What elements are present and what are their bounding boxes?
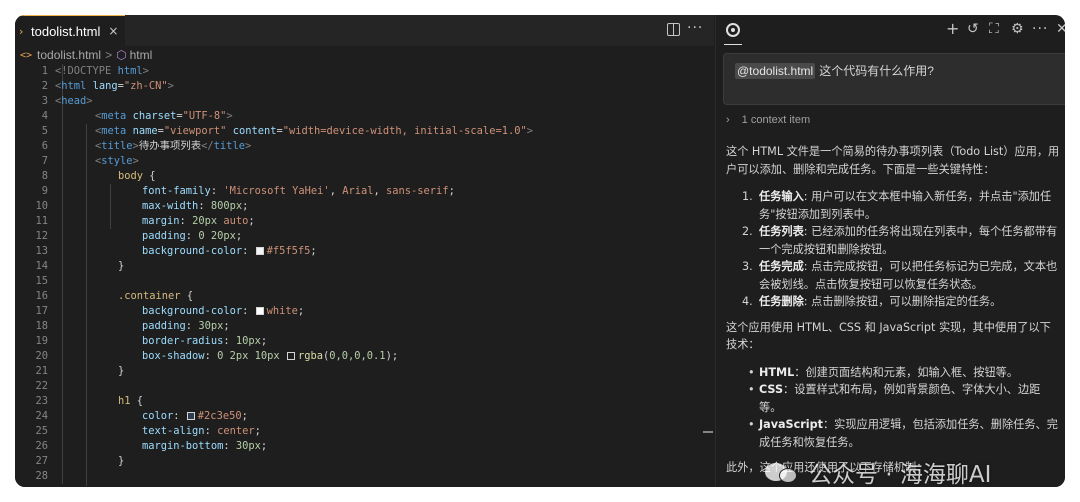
wechat-logo-icon bbox=[765, 459, 799, 485]
code-line: 20 box-shadow: 0 2px 10px rgba(0,0,0,0.1)… bbox=[35, 350, 399, 362]
close-icon[interactable]: × bbox=[108, 24, 118, 38]
code-line: 22 bbox=[35, 380, 48, 392]
assistant-logo-icon[interactable] bbox=[726, 23, 740, 37]
active-tab-indicator bbox=[724, 44, 742, 45]
code-editor: › todolist.html × ··· <> todolist.html >… bbox=[15, 15, 714, 487]
watermark: 公众号 · 海海聊AI bbox=[765, 455, 991, 487]
chevron-right-icon: › bbox=[19, 24, 24, 38]
user-prompt[interactable]: @todolist.html 这个代码有什么作用? bbox=[723, 53, 1065, 105]
element-cube-icon: ⬡ bbox=[116, 48, 127, 62]
chat-panel: + ↺ ⛶ ⚙ ··· ✕ @todolist.html 这个代码有什么作用? ›… bbox=[715, 15, 1065, 487]
more-actions-icon[interactable]: ··· bbox=[687, 20, 703, 36]
more-icon[interactable]: ··· bbox=[1032, 21, 1048, 37]
expand-icon[interactable]: ⛶ bbox=[989, 21, 999, 37]
watermark-text: 公众号 · 海海聊AI bbox=[809, 462, 992, 487]
chat-toolbar: + ↺ ⛶ ⚙ ··· ✕ bbox=[716, 15, 1065, 46]
gear-icon[interactable]: ⚙ bbox=[1011, 21, 1024, 37]
feature-list: 1. 任务输入: 用户可以在文本框中输入新任务，并点击"添加任 务"按钮添加到列表中… bbox=[726, 188, 1061, 311]
breadcrumb-separator: > bbox=[105, 48, 113, 62]
code-line: 14} bbox=[35, 260, 125, 272]
code-area[interactable]: 1 <!DOCTYPE html> 2 <html lang="zh-CN"> 3 <… bbox=[15, 64, 714, 487]
code-line: 28 bbox=[35, 470, 48, 482]
code-line: 8 body { bbox=[41, 170, 156, 182]
code-line: 25 text-align: center; bbox=[35, 425, 261, 437]
file-mention[interactable]: @todolist.html bbox=[735, 63, 816, 79]
list-item: 1. 任务输入: 用户可以在文本框中输入新任务，并点击"添加任 务"按钮添加到列表中… bbox=[742, 190, 1052, 221]
code-line: 6 <title>待办事项列表</title> bbox=[41, 140, 252, 152]
code-line: 11 margin: 20px auto; bbox=[35, 215, 255, 227]
code-line: 18 padding: 30px; bbox=[35, 320, 230, 332]
tab-label: todolist.html bbox=[31, 23, 101, 39]
code-line: 21} bbox=[35, 365, 125, 377]
code-line: 19 border-radius: 10px; bbox=[35, 335, 268, 347]
tech-intro: 这个应用使用 HTML、CSS 和 JavaScript 实现，其中使用了以下 … bbox=[726, 320, 1051, 352]
code-line: 4 <meta charset="UTF-8"> bbox=[41, 110, 233, 122]
color-swatch[interactable] bbox=[255, 247, 264, 255]
plus-icon[interactable]: + bbox=[946, 19, 959, 38]
code-line: 5 <meta name="viewport" content="width=de… bbox=[41, 125, 533, 137]
code-line: 2 <html lang="zh-CN"> bbox=[41, 80, 174, 92]
code-line: 27} bbox=[35, 455, 125, 467]
code-line: 7 <style> bbox=[41, 155, 139, 167]
list-item: • JavaScript：实现应用逻辑，包括添加任务、删除任务、完 成任务和恢复任务… bbox=[748, 418, 1058, 449]
breadcrumb-element[interactable]: html bbox=[130, 48, 153, 62]
color-swatch[interactable] bbox=[186, 412, 195, 420]
tech-list: • HTML：创建页面结构和元素，如输入框、按钮等。 • CSS：设置样式和布局，例… bbox=[726, 364, 1061, 452]
assistant-answer: 这个 HTML 文件是一个简易的待办事项列表（Todo List）应用，用 户可… bbox=[726, 143, 1061, 477]
history-icon[interactable]: ↺ bbox=[967, 21, 979, 37]
color-swatch[interactable] bbox=[255, 307, 264, 315]
context-toggle[interactable]: › 1 context item bbox=[726, 114, 810, 126]
list-item: 2. 任务列表: 已经添加的任务将出现在列表中，每个任务都带有 一个完成按钮和删除按… bbox=[742, 225, 1058, 256]
context-label: 1 context item bbox=[741, 114, 811, 126]
app-window: › todolist.html × ··· <> todolist.html >… bbox=[15, 15, 1065, 487]
prompt-text: @todolist.html 这个代码有什么作用? bbox=[735, 62, 934, 79]
code-line: 13 background-color: #f5f5f5; bbox=[35, 245, 317, 257]
prompt-question: 这个代码有什么作用? bbox=[819, 64, 934, 78]
code-line: 17 background-color: white; bbox=[35, 305, 305, 317]
split-editor-icon[interactable] bbox=[667, 23, 680, 36]
chevron-right-icon: › bbox=[726, 114, 730, 126]
close-icon[interactable]: ✕ bbox=[1056, 21, 1065, 37]
list-item: 4. 任务删除: 点击删除按钮，可以删除指定的任务。 bbox=[742, 295, 1002, 308]
code-line: 23 h1 { bbox=[35, 395, 144, 407]
code-line: 12 padding: 0 20px; bbox=[35, 230, 243, 242]
breadcrumb-file[interactable]: todolist.html bbox=[37, 48, 101, 62]
list-item: • CSS：设置样式和布局，例如背景颜色、字体大小、边距 等。 bbox=[748, 383, 1041, 414]
tab-todolist-html[interactable]: › todolist.html × bbox=[15, 15, 125, 46]
list-item: • HTML：创建页面结构和元素，如输入框、按钮等。 bbox=[748, 365, 1019, 379]
code-line: 10 max-width: 800px; bbox=[35, 200, 249, 212]
editor-tab-bar: › todolist.html × ··· bbox=[15, 15, 714, 46]
code-line: 26 margin-bottom: 30px; bbox=[35, 440, 268, 452]
resize-sash[interactable] bbox=[703, 431, 713, 433]
code-line: 9 font-family: 'Microsoft YaHei', Arial, … bbox=[41, 185, 455, 197]
code-line: 3 <head> bbox=[41, 95, 93, 107]
breadcrumb: <> todolist.html > ⬡ html bbox=[15, 46, 714, 64]
code-line: 1 <!DOCTYPE html> bbox=[41, 65, 149, 77]
answer-intro: 这个 HTML 文件是一个简易的待办事项列表（Todo List）应用，用 户可… bbox=[726, 145, 1060, 176]
code-line: 15 bbox=[35, 275, 48, 287]
list-item: 3. 任务完成: 点击完成按钮，可以把任务标记为已完成，文本也 会被划线。点击恢复按… bbox=[742, 260, 1058, 291]
code-line: 24 color: #2c3e50; bbox=[35, 410, 248, 422]
color-swatch[interactable] bbox=[286, 352, 295, 360]
code-line: 16 .container { bbox=[35, 290, 194, 302]
html-file-icon: <> bbox=[20, 49, 33, 61]
